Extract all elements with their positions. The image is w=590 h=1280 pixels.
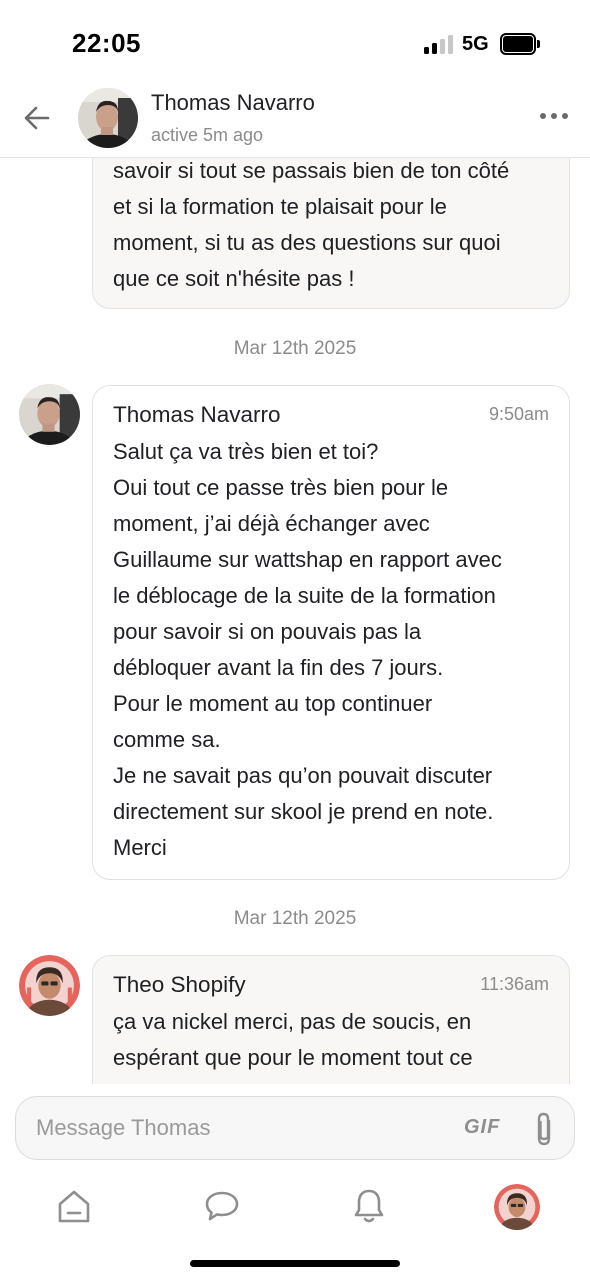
message-text: savoir si tout se passais bien de ton cô…	[113, 158, 510, 291]
message-list[interactable]: savoir si tout se passais bien de ton cô…	[0, 158, 590, 1084]
more-dots-icon	[540, 113, 568, 119]
message-card: savoir si tout se passais bien de ton cô…	[92, 158, 570, 309]
contact-status: active 5m ago	[151, 125, 264, 145]
message-time: 11:36am	[480, 974, 549, 994]
status-time: 22:05	[72, 28, 141, 58]
home-indicator[interactable]	[190, 1260, 400, 1267]
bell-icon	[354, 1189, 384, 1223]
date-separator: Mar 12th 2025	[233, 338, 357, 359]
nav-notifications[interactable]	[347, 1184, 391, 1228]
message-card: Theo Shopify 11:36am ça va nickel merci,…	[92, 955, 570, 1084]
back-button[interactable]	[18, 101, 58, 135]
message-text: ça va nickel merci, pas de soucis, en es…	[113, 1009, 473, 1070]
more-options-button[interactable]	[538, 106, 570, 126]
date-separator: Mar 12th 2025	[233, 908, 357, 929]
message-text: Salut ça va très bien et toi? Oui tout c…	[113, 439, 502, 860]
message-header: Thomas Navarro 9:50am	[113, 398, 549, 434]
chat-icon	[205, 1191, 239, 1221]
message-author[interactable]: Thomas Navarro	[113, 402, 281, 428]
contact-avatar[interactable]	[78, 88, 138, 148]
signal-icon	[424, 34, 454, 54]
nav-chat[interactable]	[200, 1184, 244, 1228]
author-avatar[interactable]	[19, 384, 80, 445]
status-bar: 22:05 5G	[0, 0, 590, 88]
profile-avatar[interactable]	[494, 1184, 540, 1230]
gif-button[interactable]: GIF	[464, 1116, 500, 1139]
message-author[interactable]: Theo Shopify	[113, 972, 246, 998]
message-time: 9:50am	[488, 404, 549, 424]
bottom-nav	[0, 1180, 590, 1240]
message-header: Theo Shopify 11:36am	[113, 968, 549, 1004]
nav-home[interactable]	[52, 1184, 96, 1228]
battery-icon	[500, 33, 540, 55]
chat-header: Thomas Navarro active 5m ago	[0, 88, 590, 158]
contact-name[interactable]: Thomas Navarro	[151, 90, 315, 116]
paperclip-icon	[537, 1112, 551, 1146]
author-avatar[interactable]	[19, 955, 80, 1016]
message-input[interactable]	[36, 1109, 436, 1147]
network-label: 5G	[462, 33, 489, 55]
message-composer: GIF	[15, 1096, 575, 1160]
attach-button[interactable]	[532, 1111, 556, 1147]
home-icon	[58, 1190, 90, 1223]
message-card: Thomas Navarro 9:50am Salut ça va très b…	[92, 385, 570, 880]
back-arrow-icon	[24, 106, 50, 130]
